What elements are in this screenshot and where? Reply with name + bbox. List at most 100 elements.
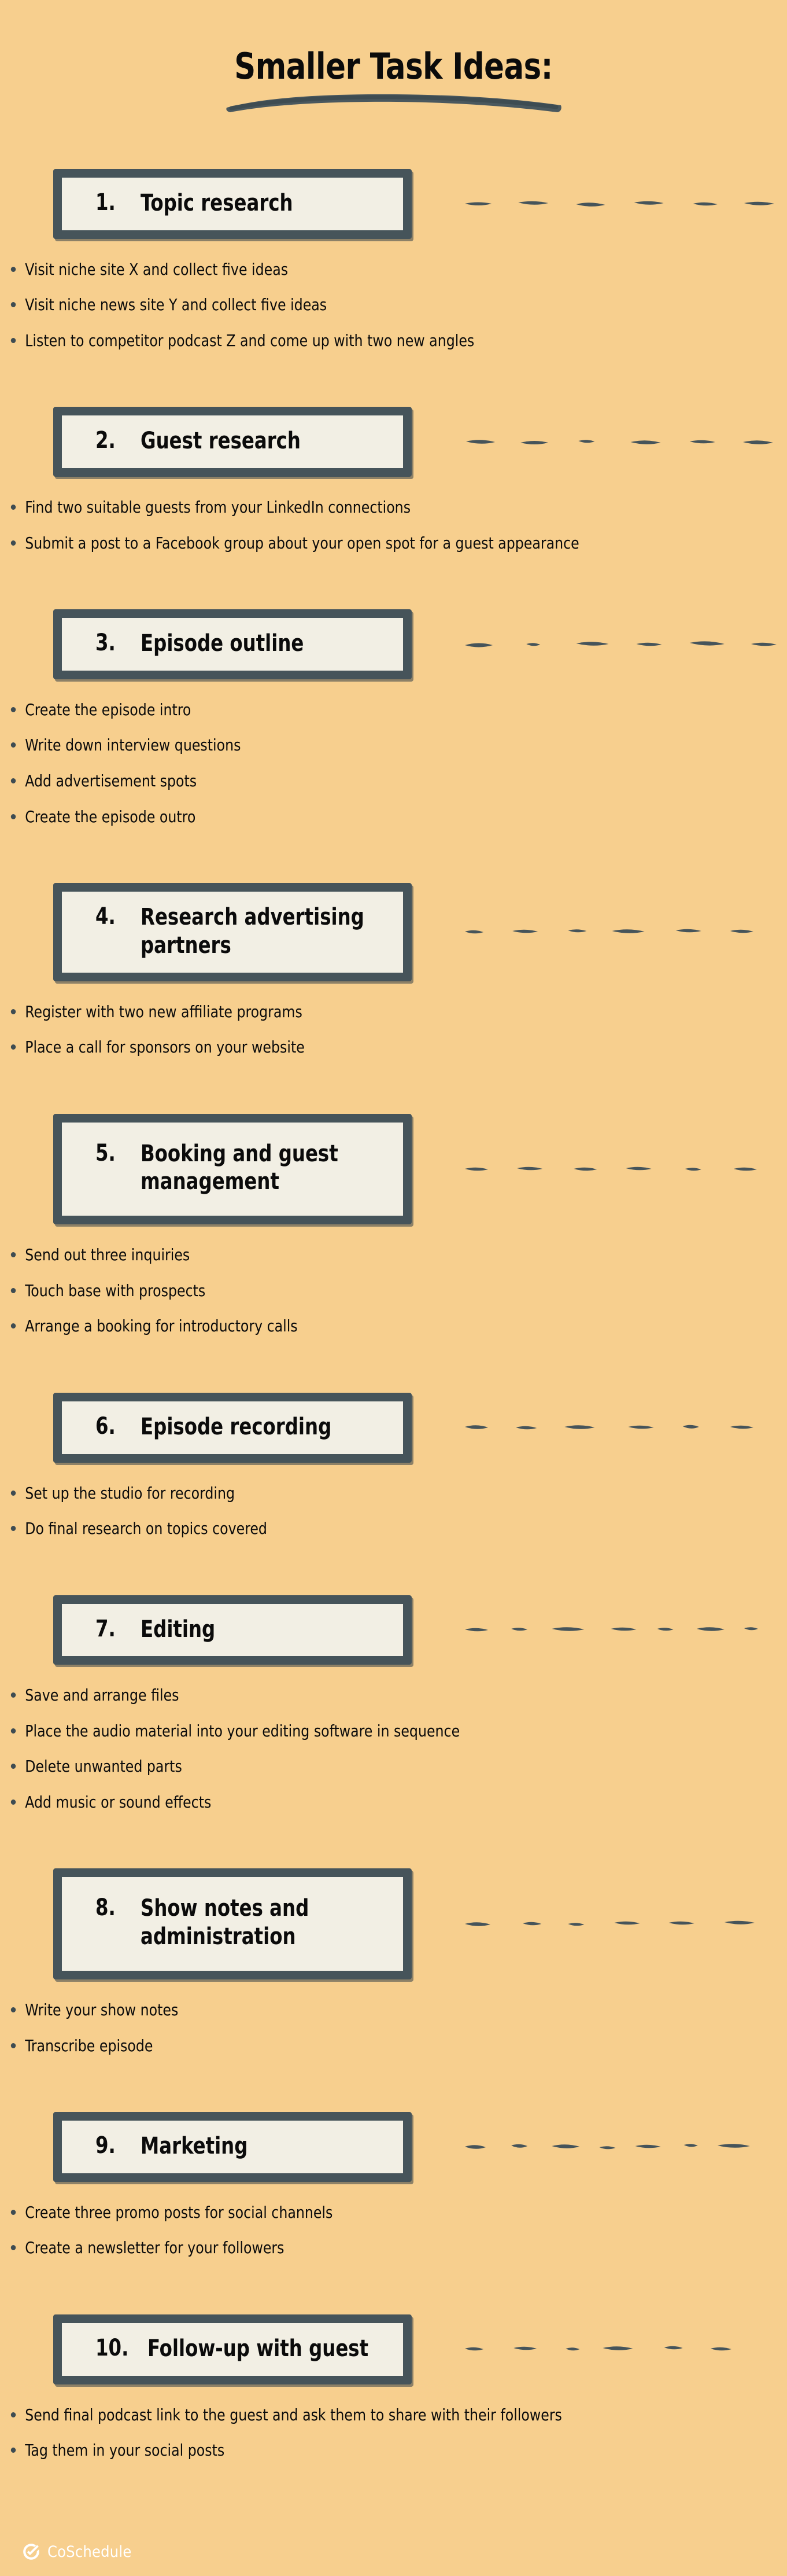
section-3-bullets: Create the episode intro Write down inte… <box>0 699 787 827</box>
section-2-label-box[interactable]: 2. Guest research <box>53 407 412 477</box>
list-item: Tag them in your social posts <box>0 2439 634 2461</box>
section-10-title: Follow-up with guest <box>147 2335 368 2362</box>
list-item: Register with two new affiliate programs <box>0 1001 634 1023</box>
section-4-title: Research advertising partners <box>141 904 364 959</box>
section-6: 6. Episode recording Set up the studio f… <box>0 1392 787 1540</box>
dashed-trail-icon <box>463 1868 787 1979</box>
list-item: Create the episode outro <box>0 806 634 828</box>
section-3-label-box[interactable]: 3. Episode outline <box>53 609 412 679</box>
section-5-header: 5. Booking and guest management <box>0 1113 787 1225</box>
section-7: 7. Editing Save and arrange files Place … <box>0 1595 787 1813</box>
section-4-number: 4. <box>95 903 116 930</box>
section-7-header: 7. Editing <box>0 1595 787 1665</box>
section-5-label-box[interactable]: 5. Booking and guest management <box>53 1113 412 1225</box>
list-item: Add advertisement spots <box>0 770 634 792</box>
dashed-trail-icon <box>463 407 787 477</box>
list-item: Transcribe episode <box>0 2035 634 2057</box>
section-4-label-box[interactable]: 4. Research advertising partners <box>53 883 412 981</box>
dashed-trail-icon <box>463 1393 787 1463</box>
section-6-bullets: Set up the studio for recording Do final… <box>0 1482 787 1540</box>
dashed-trail-icon <box>463 169 787 239</box>
section-4-header: 4. Research advertising partners <box>0 883 787 981</box>
section-6-number: 6. <box>95 1412 116 1440</box>
section-5: 5. Booking and guest management Send out… <box>0 1113 787 1337</box>
list-item: Add music or sound effects <box>0 1791 634 1813</box>
list-item: Arrange a booking for introductory calls <box>0 1315 634 1337</box>
list-item: Listen to competitor podcast Z and come … <box>0 330 634 352</box>
section-9-bullets: Create three promo posts for social chan… <box>0 2202 787 2259</box>
section-9: 9. Marketing Create three promo posts fo… <box>0 2112 787 2259</box>
section-2-bullets: Find two suitable guests from your Linke… <box>0 496 787 554</box>
section-1-number: 1. <box>95 189 116 216</box>
section-7-number: 7. <box>95 1615 116 1642</box>
section-1: 1. Topic research Visit niche site X and… <box>0 169 787 351</box>
list-item: Create three promo posts for social chan… <box>0 2202 634 2224</box>
list-item: Write your show notes <box>0 1999 634 2021</box>
list-item: Visit niche site X and collect five idea… <box>0 259 634 281</box>
list-item: Write down interview questions <box>0 734 634 756</box>
section-9-number: 9. <box>95 2132 116 2159</box>
list-item: Set up the studio for recording <box>0 1482 634 1504</box>
section-10: 10. Follow-up with guest Send final podc… <box>0 2314 787 2461</box>
section-10-number: 10. <box>95 2334 129 2361</box>
section-9-label-box[interactable]: 9. Marketing <box>53 2112 412 2182</box>
section-1-header: 1. Topic research <box>0 169 787 239</box>
section-8-bullets: Write your show notes Transcribe episode <box>0 1999 787 2056</box>
section-10-bullets: Send final podcast link to the guest and… <box>0 2404 787 2461</box>
section-8-number: 8. <box>95 1894 116 1922</box>
infographic-page: Smaller Task Ideas: 1. Topic research Vi… <box>0 0 787 2576</box>
section-1-title: Topic research <box>141 190 293 216</box>
section-7-title: Editing <box>141 1615 216 1643</box>
section-2: 2. Guest research Find two suitable gues… <box>0 407 787 554</box>
section-8-header: 8. Show notes and administration <box>0 1868 787 1980</box>
section-7-label-box[interactable]: 7. Editing <box>53 1595 412 1665</box>
list-item: Delete unwanted parts <box>0 1756 634 1778</box>
section-1-label-box[interactable]: 1. Topic research <box>53 169 412 239</box>
section-7-bullets: Save and arrange files Place the audio m… <box>0 1684 787 1813</box>
section-6-title: Episode recording <box>141 1413 332 1440</box>
brand-name: CoSchedule <box>47 2542 132 2561</box>
section-2-title: Guest research <box>141 428 301 455</box>
dashed-trail-icon <box>463 1595 787 1665</box>
section-2-header: 2. Guest research <box>0 407 787 477</box>
section-5-title: Booking and guest management <box>141 1140 338 1195</box>
section-5-number: 5. <box>95 1139 116 1166</box>
list-item: Create a newsletter for your followers <box>0 2237 634 2259</box>
section-4-bullets: Register with two new affiliate programs… <box>0 1001 787 1058</box>
section-10-header: 10. Follow-up with guest <box>0 2314 787 2384</box>
list-item: Send out three inquiries <box>0 1244 634 1266</box>
dashed-trail-icon <box>463 2112 787 2182</box>
section-1-bullets: Visit niche site X and collect five idea… <box>0 259 787 352</box>
section-2-number: 2. <box>95 427 116 454</box>
section-8-label-box[interactable]: 8. Show notes and administration <box>53 1868 412 1980</box>
section-3-header: 3. Episode outline <box>0 609 787 679</box>
section-10-label-box[interactable]: 10. Follow-up with guest <box>53 2314 412 2384</box>
section-6-label-box[interactable]: 6. Episode recording <box>53 1392 412 1463</box>
list-item: Save and arrange files <box>0 1684 634 1706</box>
brush-stroke-underline-icon <box>223 93 564 113</box>
coschedule-check-circle-icon <box>22 2542 40 2561</box>
section-3-number: 3. <box>95 630 116 657</box>
header: Smaller Task Ideas: <box>0 0 787 113</box>
dashed-trail-icon <box>463 1114 787 1225</box>
section-4: 4. Research advertising partners Registe… <box>0 883 787 1058</box>
section-5-bullets: Send out three inquiries Touch base with… <box>0 1244 787 1337</box>
list-item: Place a call for sponsors on your websit… <box>0 1036 634 1058</box>
dashed-trail-icon <box>463 883 787 981</box>
footer: CoSchedule <box>22 2542 131 2561</box>
dashed-trail-icon <box>463 2314 787 2384</box>
list-item: Do final research on topics covered <box>0 1518 634 1540</box>
section-3: 3. Episode outline Create the episode in… <box>0 609 787 827</box>
section-8: 8. Show notes and administration Write y… <box>0 1868 787 2056</box>
section-6-header: 6. Episode recording <box>0 1392 787 1463</box>
